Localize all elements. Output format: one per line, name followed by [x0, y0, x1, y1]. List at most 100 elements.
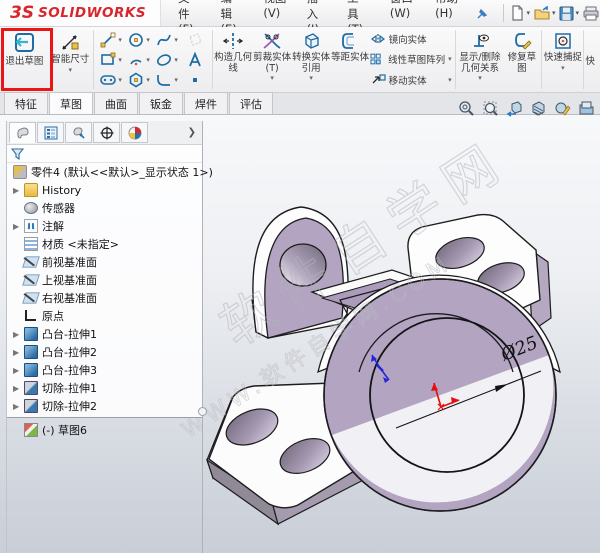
display-delete-relations-button[interactable]: 显示/删除几何关系 ▾ [457, 27, 504, 92]
tree-item-origin[interactable]: 原点 [7, 307, 202, 325]
expand-arrow[interactable]: ▶ [13, 348, 24, 357]
section-view-icon[interactable] [529, 99, 547, 117]
trim-entities-button[interactable]: 剪裁实体(T) ▾ [253, 27, 292, 92]
repair-sketch-button[interactable]: 修复草图 [503, 27, 540, 92]
plane-tool-button[interactable] [181, 30, 209, 49]
smart-dimension-button[interactable]: 智能尺寸 ▾ [49, 27, 92, 92]
offset-entities-button[interactable]: 等距实体 [331, 27, 370, 92]
origin-icon [25, 310, 36, 321]
dimxpert-manager-tab[interactable] [93, 122, 120, 143]
tab-features[interactable]: 特征 [4, 92, 48, 114]
panel-tabs-overflow-chevron[interactable]: ❯ [188, 127, 200, 138]
quick-snaps-icon [555, 33, 571, 49]
move-entities-button[interactable]: 移动实体 ▾ [370, 73, 454, 87]
display-relations-icon [473, 34, 489, 47]
tree-root-item[interactable]: 零件4 (默认<<默认>_显示状态 1>) [7, 163, 213, 181]
new-document-button[interactable]: ▾ [509, 3, 531, 23]
circle-tool-button[interactable]: ▾ [125, 30, 153, 49]
sketch-fillet-tool-button[interactable]: ▾ [153, 70, 181, 89]
cut-extrude-icon [24, 381, 38, 395]
expand-arrow[interactable]: ▶ [13, 222, 24, 231]
panel-resize-handle[interactable] [198, 407, 207, 416]
point-tool-button[interactable] [181, 70, 209, 89]
slot-tool-button[interactable]: ▾ [97, 70, 125, 89]
tree-filter-row[interactable] [7, 145, 202, 163]
previous-view-icon[interactable] [505, 99, 523, 117]
expand-arrow[interactable]: ▶ [13, 402, 24, 411]
zoom-area-icon[interactable] [481, 99, 499, 117]
save-button[interactable]: ▾ [558, 4, 580, 23]
scene-icon[interactable] [577, 99, 595, 117]
convert-entities-button[interactable]: 转换实体引用 ▾ [292, 27, 331, 92]
open-document-button[interactable]: ▾ [533, 4, 557, 23]
line-tool-button[interactable]: ▾ [97, 30, 125, 49]
tree-item-sensors[interactable]: 传感器 [7, 199, 202, 217]
tree-item-sketch6[interactable]: (-) 草图6 [7, 421, 202, 439]
tree-item-boss-extrude3[interactable]: ▶ 凸台-拉伸3 [7, 361, 202, 379]
configuration-manager-tab[interactable] [65, 122, 92, 143]
material-icon [24, 237, 38, 251]
construction-geometry-button[interactable]: 构造几何线 [214, 27, 253, 92]
tree-item-right-plane[interactable]: 右视基准面 [7, 289, 202, 307]
spline-tool-button[interactable]: ▾ [153, 30, 181, 49]
clipped-ribbon-button[interactable]: 快 [585, 27, 600, 92]
boss-extrude-icon [24, 327, 38, 341]
display-manager-tab[interactable] [121, 122, 148, 143]
zoom-fit-icon[interactable] [457, 99, 475, 117]
ribbon-separator [583, 30, 585, 89]
text-tool-button[interactable] [181, 50, 209, 69]
filter-funnel-icon [11, 148, 24, 160]
tree-item-cut-extrude2[interactable]: ▶ 切除-拉伸2 [7, 397, 202, 415]
arc-icon [130, 59, 142, 65]
property-manager-tab[interactable] [37, 122, 64, 143]
polygon-icon [130, 72, 143, 87]
linear-sketch-pattern-button[interactable]: 线性草图阵列 ▾ [370, 52, 454, 66]
tree-item-material[interactable]: 材质 <未指定> [7, 235, 202, 253]
tab-surfaces[interactable]: 曲面 [94, 92, 138, 114]
tree-item-history[interactable]: ▶ History [7, 181, 202, 199]
mirror-entities-icon [370, 34, 385, 45]
print-button[interactable] [582, 4, 600, 23]
exit-sketch-icon [15, 33, 35, 52]
ribbon-separator [541, 30, 543, 89]
quick-snaps-button[interactable]: 快速捕捉 ▾ [543, 27, 582, 92]
sensors-icon [24, 202, 38, 214]
sketch-fillet-icon [157, 74, 171, 86]
point-icon [192, 77, 197, 82]
ribbon-separator [454, 30, 456, 89]
mirror-entities-button[interactable]: 镜向实体 [370, 32, 454, 46]
menubar-separator [502, 4, 504, 22]
polygon-tool-button[interactable]: ▾ [125, 70, 153, 89]
line-icon [100, 32, 116, 47]
exit-sketch-button[interactable]: 退出草图 [0, 27, 49, 92]
expand-arrow[interactable]: ▶ [13, 384, 24, 393]
tab-sketch[interactable]: 草图 [49, 92, 93, 114]
logo-mark: 3S [10, 2, 35, 23]
tab-weldments[interactable]: 焊件 [184, 92, 228, 114]
rectangle-tool-button[interactable]: ▾ [97, 50, 125, 69]
arc-tool-button[interactable]: ▾ [125, 50, 153, 69]
solidworks-logo: 3S SOLIDWORKS [0, 0, 162, 26]
sketch-entity-grid: ▾ ▾ ▾ ▾ ▾ ▾ ▾ ▾ ▾ [95, 27, 211, 92]
feature-manager-panel: ❯ 零件4 (默认<<默认>_显示状态 1>) ▶ History 传感器 ▶ … [6, 121, 213, 553]
smart-dimension-icon [62, 35, 79, 50]
plane-icon [22, 256, 40, 268]
pin-menubar-icon[interactable] [476, 7, 489, 20]
expand-arrow[interactable]: ▶ [13, 186, 24, 195]
appearance-icon[interactable] [553, 99, 571, 117]
ellipse-tool-button[interactable]: ▾ [153, 50, 181, 69]
expand-arrow[interactable]: ▶ [13, 330, 24, 339]
expand-arrow[interactable]: ▶ [13, 366, 24, 375]
tree-item-boss-extrude1[interactable]: ▶ 凸台-拉伸1 [7, 325, 202, 343]
trim-entities-icon [263, 33, 281, 49]
tree-item-cut-extrude1[interactable]: ▶ 切除-拉伸1 [7, 379, 202, 397]
tree-item-top-plane[interactable]: 上视基准面 [7, 271, 202, 289]
tree-item-annotations[interactable]: ▶ 注解 [7, 217, 202, 235]
tree-item-boss-extrude2[interactable]: ▶ 凸台-拉伸2 [7, 343, 202, 361]
tab-sheetmetal[interactable]: 钣金 [139, 92, 183, 114]
annotations-icon [24, 219, 38, 233]
tree-item-front-plane[interactable]: 前视基准面 [7, 253, 202, 271]
tab-evaluate[interactable]: 评估 [229, 92, 273, 114]
construction-geometry-icon [222, 33, 244, 49]
feature-manager-tab[interactable] [9, 122, 36, 143]
